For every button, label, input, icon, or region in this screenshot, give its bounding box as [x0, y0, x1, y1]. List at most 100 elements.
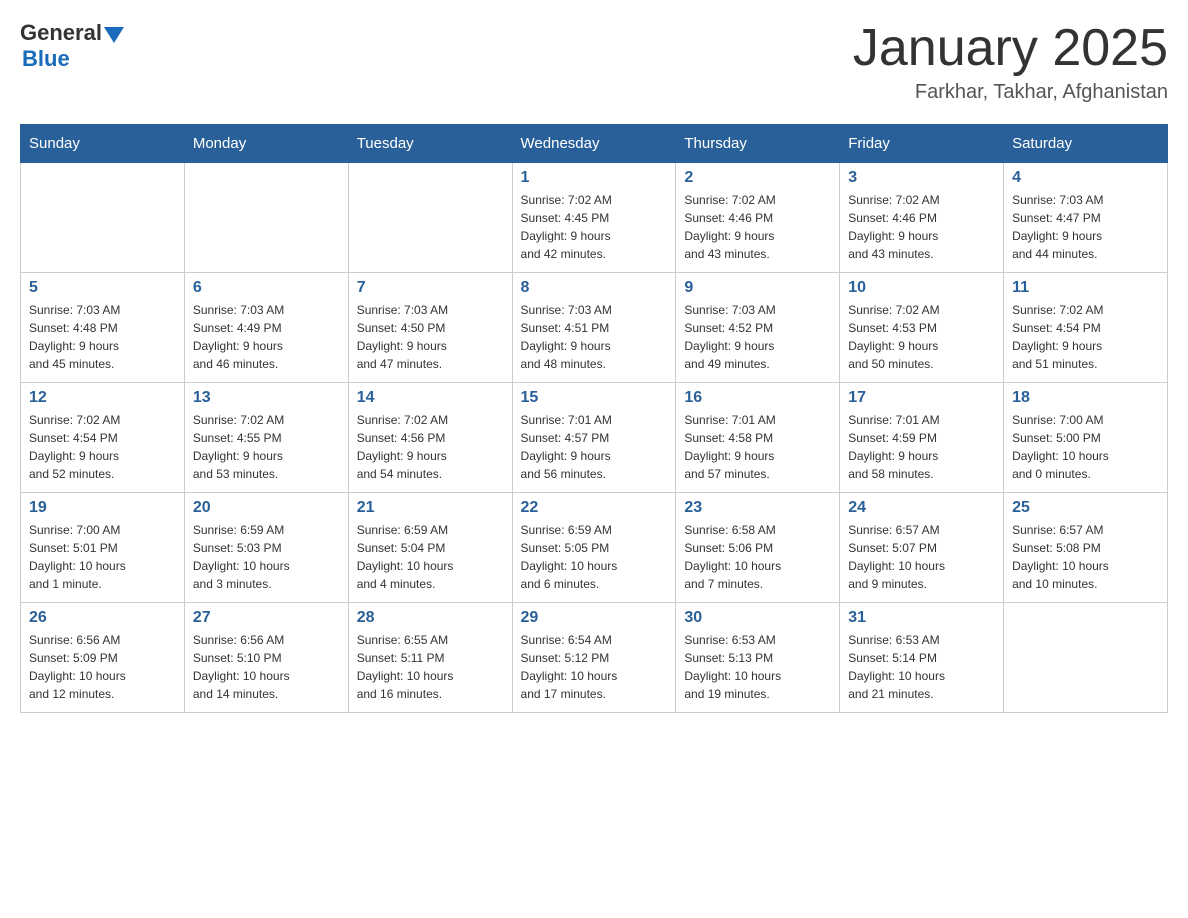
calendar-cell: 5 Sunrise: 7:03 AM Sunset: 4:48 PM Daylig… [21, 273, 185, 383]
day-info: Sunrise: 6:54 AM Sunset: 5:12 PM Dayligh… [521, 631, 668, 703]
day-number: 28 [357, 609, 504, 627]
calendar-cell: 12 Sunrise: 7:02 AM Sunset: 4:54 PM Dayli… [21, 383, 185, 493]
logo-blue-text: Blue [22, 46, 70, 71]
calendar-cell: 4 Sunrise: 7:03 AM Sunset: 4:47 PM Daylig… [1004, 163, 1168, 273]
column-header-saturday: Saturday [1004, 125, 1168, 163]
day-number: 15 [521, 389, 668, 407]
column-header-sunday: Sunday [21, 125, 185, 163]
day-info: Sunrise: 6:58 AM Sunset: 5:06 PM Dayligh… [684, 521, 831, 593]
calendar-cell: 2Sunrise: 7:02 AM Sunset: 4:46 PM Daylig… [676, 163, 840, 273]
day-info: Sunrise: 7:02 AM Sunset: 4:54 PM Dayligh… [1012, 301, 1159, 373]
calendar-cell: 1 Sunrise: 7:02 AM Sunset: 4:45 PM Daylig… [512, 163, 676, 273]
day-number: 23 [684, 499, 831, 517]
month-title: January 2025 [853, 20, 1168, 77]
day-info: Sunrise: 7:02 AM Sunset: 4:45 PM Dayligh… [521, 191, 668, 263]
day-info: Sunrise: 7:03 AM Sunset: 4:52 PM Dayligh… [684, 301, 831, 373]
day-number: 11 [1012, 279, 1159, 297]
calendar-table: SundayMondayTuesdayWednesdayThursdayFrid… [20, 124, 1168, 713]
day-info: Sunrise: 6:53 AM Sunset: 5:14 PM Dayligh… [848, 631, 995, 703]
calendar-cell: 21Sunrise: 6:59 AM Sunset: 5:04 PM Dayli… [348, 493, 512, 603]
day-info: Sunrise: 7:03 AM Sunset: 4:48 PM Dayligh… [29, 301, 176, 373]
day-info: Sunrise: 7:03 AM Sunset: 4:49 PM Dayligh… [193, 301, 340, 373]
day-info: Sunrise: 6:55 AM Sunset: 5:11 PM Dayligh… [357, 631, 504, 703]
day-number: 14 [357, 389, 504, 407]
day-info: Sunrise: 7:02 AM Sunset: 4:53 PM Dayligh… [848, 301, 995, 373]
calendar-cell: 22Sunrise: 6:59 AM Sunset: 5:05 PM Dayli… [512, 493, 676, 603]
column-header-wednesday: Wednesday [512, 125, 676, 163]
day-number: 5 [29, 279, 176, 297]
calendar-cell: 6 Sunrise: 7:03 AM Sunset: 4:49 PM Daylig… [184, 273, 348, 383]
day-number: 7 [357, 279, 504, 297]
day-info: Sunrise: 6:57 AM Sunset: 5:08 PM Dayligh… [1012, 521, 1159, 593]
day-info: Sunrise: 7:02 AM Sunset: 4:56 PM Dayligh… [357, 411, 504, 483]
calendar-cell [21, 163, 185, 273]
logo-general-text: General [20, 20, 102, 46]
day-number: 30 [684, 609, 831, 627]
day-number: 8 [521, 279, 668, 297]
day-number: 25 [1012, 499, 1159, 517]
day-number: 24 [848, 499, 995, 517]
calendar-cell: 27 Sunrise: 6:56 AM Sunset: 5:10 PM Dayli… [184, 603, 348, 713]
calendar-cell: 28 Sunrise: 6:55 AM Sunset: 5:11 PM Dayli… [348, 603, 512, 713]
day-number: 13 [193, 389, 340, 407]
day-number: 20 [193, 499, 340, 517]
location-title: Farkhar, Takhar, Afghanistan [853, 81, 1168, 104]
calendar-cell: 20Sunrise: 6:59 AM Sunset: 5:03 PM Dayli… [184, 493, 348, 603]
page-header: General Blue January 2025 Farkhar, Takha… [20, 20, 1168, 104]
column-header-tuesday: Tuesday [348, 125, 512, 163]
day-number: 4 [1012, 169, 1159, 187]
day-number: 10 [848, 279, 995, 297]
day-info: Sunrise: 7:02 AM Sunset: 4:46 PM Dayligh… [848, 191, 995, 263]
day-info: Sunrise: 6:53 AM Sunset: 5:13 PM Dayligh… [684, 631, 831, 703]
calendar-cell [348, 163, 512, 273]
day-number: 6 [193, 279, 340, 297]
calendar-cell: 31 Sunrise: 6:53 AM Sunset: 5:14 PM Dayli… [840, 603, 1004, 713]
week-row-1: 1 Sunrise: 7:02 AM Sunset: 4:45 PM Daylig… [21, 163, 1168, 273]
logo: General Blue [20, 20, 124, 72]
day-info: Sunrise: 7:02 AM Sunset: 4:54 PM Dayligh… [29, 411, 176, 483]
day-number: 29 [521, 609, 668, 627]
day-number: 9 [684, 279, 831, 297]
day-number: 21 [357, 499, 504, 517]
calendar-cell: 7 Sunrise: 7:03 AM Sunset: 4:50 PM Daylig… [348, 273, 512, 383]
day-number: 12 [29, 389, 176, 407]
calendar-cell: 25 Sunrise: 6:57 AM Sunset: 5:08 PM Dayli… [1004, 493, 1168, 603]
day-number: 1 [521, 169, 668, 187]
day-number: 16 [684, 389, 831, 407]
calendar-cell: 3Sunrise: 7:02 AM Sunset: 4:46 PM Daylig… [840, 163, 1004, 273]
day-info: Sunrise: 7:00 AM Sunset: 5:01 PM Dayligh… [29, 521, 176, 593]
day-info: Sunrise: 6:56 AM Sunset: 5:10 PM Dayligh… [193, 631, 340, 703]
calendar-cell: 8Sunrise: 7:03 AM Sunset: 4:51 PM Daylig… [512, 273, 676, 383]
week-row-3: 12 Sunrise: 7:02 AM Sunset: 4:54 PM Dayli… [21, 383, 1168, 493]
day-number: 2 [684, 169, 831, 187]
column-header-friday: Friday [840, 125, 1004, 163]
day-info: Sunrise: 7:02 AM Sunset: 4:55 PM Dayligh… [193, 411, 340, 483]
calendar-cell: 15 Sunrise: 7:01 AM Sunset: 4:57 PM Dayli… [512, 383, 676, 493]
day-info: Sunrise: 7:01 AM Sunset: 4:59 PM Dayligh… [848, 411, 995, 483]
column-header-thursday: Thursday [676, 125, 840, 163]
day-info: Sunrise: 7:03 AM Sunset: 4:50 PM Dayligh… [357, 301, 504, 373]
day-info: Sunrise: 6:56 AM Sunset: 5:09 PM Dayligh… [29, 631, 176, 703]
week-row-4: 19 Sunrise: 7:00 AM Sunset: 5:01 PM Dayli… [21, 493, 1168, 603]
calendar-cell: 9 Sunrise: 7:03 AM Sunset: 4:52 PM Daylig… [676, 273, 840, 383]
week-row-2: 5 Sunrise: 7:03 AM Sunset: 4:48 PM Daylig… [21, 273, 1168, 383]
day-number: 27 [193, 609, 340, 627]
day-number: 19 [29, 499, 176, 517]
day-number: 26 [29, 609, 176, 627]
day-number: 31 [848, 609, 995, 627]
day-info: Sunrise: 7:03 AM Sunset: 4:47 PM Dayligh… [1012, 191, 1159, 263]
calendar-cell: 19 Sunrise: 7:00 AM Sunset: 5:01 PM Dayli… [21, 493, 185, 603]
day-info: Sunrise: 7:01 AM Sunset: 4:57 PM Dayligh… [521, 411, 668, 483]
week-row-5: 26 Sunrise: 6:56 AM Sunset: 5:09 PM Dayli… [21, 603, 1168, 713]
calendar-cell: 17Sunrise: 7:01 AM Sunset: 4:59 PM Dayli… [840, 383, 1004, 493]
column-header-monday: Monday [184, 125, 348, 163]
calendar-cell: 13 Sunrise: 7:02 AM Sunset: 4:55 PM Dayli… [184, 383, 348, 493]
calendar-cell: 24Sunrise: 6:57 AM Sunset: 5:07 PM Dayli… [840, 493, 1004, 603]
calendar-cell: 11 Sunrise: 7:02 AM Sunset: 4:54 PM Dayli… [1004, 273, 1168, 383]
calendar-cell: 29 Sunrise: 6:54 AM Sunset: 5:12 PM Dayli… [512, 603, 676, 713]
calendar-cell: 30 Sunrise: 6:53 AM Sunset: 5:13 PM Dayli… [676, 603, 840, 713]
calendar-cell: 26 Sunrise: 6:56 AM Sunset: 5:09 PM Dayli… [21, 603, 185, 713]
day-info: Sunrise: 7:01 AM Sunset: 4:58 PM Dayligh… [684, 411, 831, 483]
logo-triangle-icon [104, 27, 124, 43]
title-section: January 2025 Farkhar, Takhar, Afghanista… [853, 20, 1168, 104]
